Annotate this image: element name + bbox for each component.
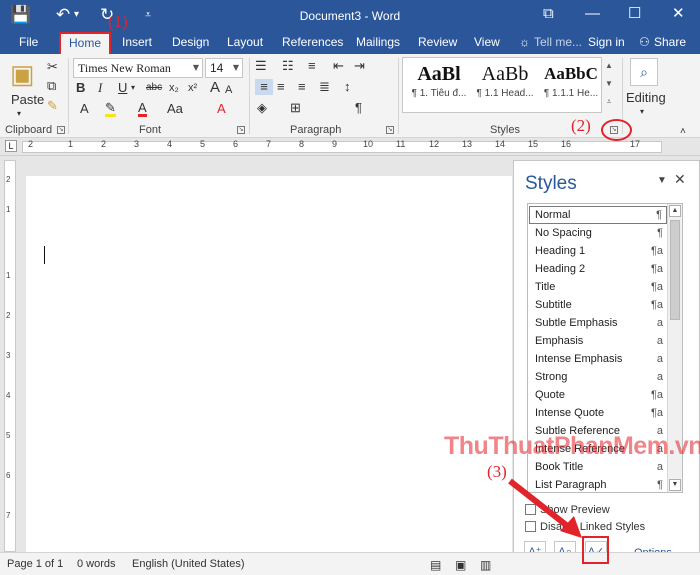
red-arrow-icon: [508, 478, 582, 538]
